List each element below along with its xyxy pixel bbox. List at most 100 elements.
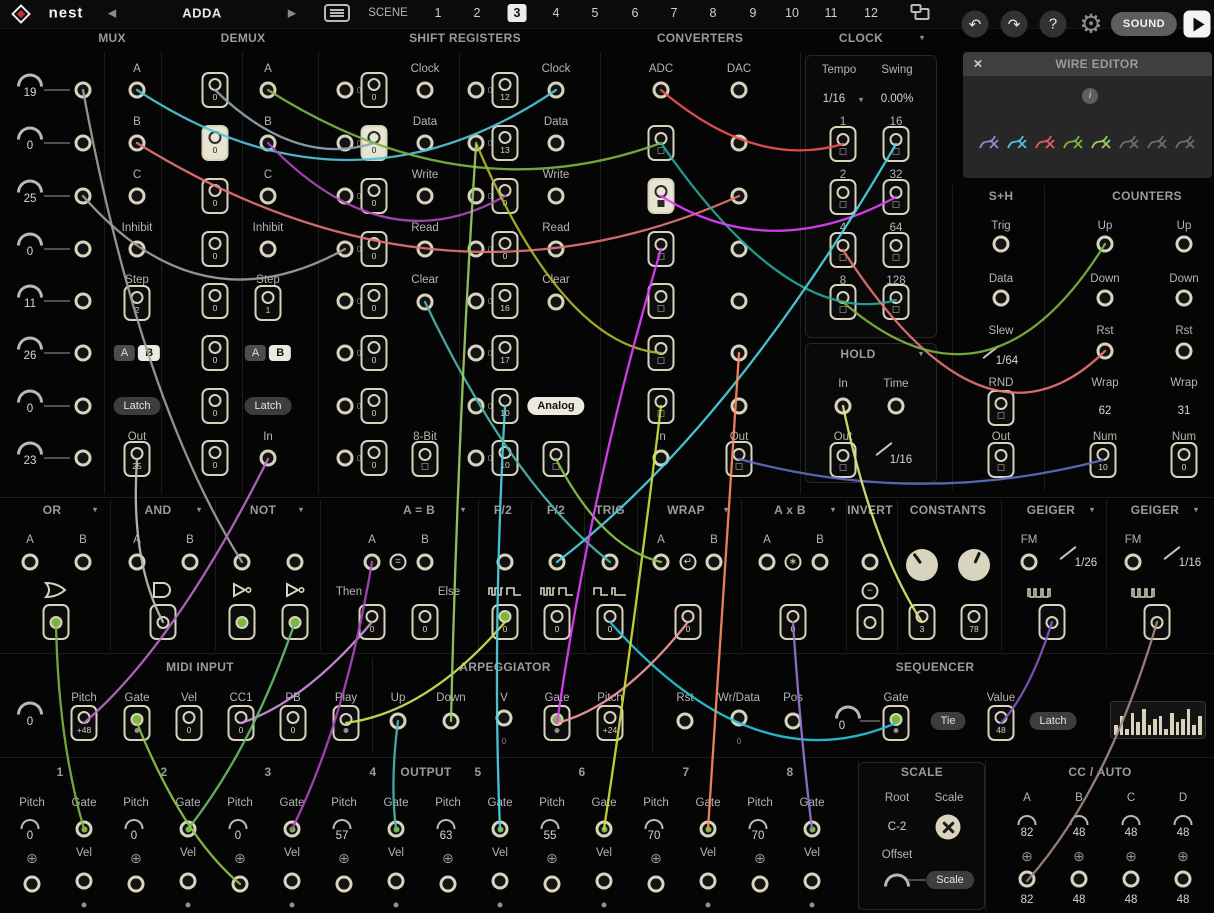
adc-bit-jack-3[interactable]	[648, 231, 675, 267]
demux-c-port[interactable]	[260, 188, 277, 205]
adc-in-port[interactable]	[653, 450, 670, 467]
sr-right-tap-port-3[interactable]	[468, 188, 485, 205]
and-out-jack[interactable]	[150, 604, 177, 640]
geiger2-out-jack[interactable]	[1144, 604, 1171, 640]
sr-left-read-port[interactable]	[417, 241, 434, 258]
not1-in-port[interactable]	[234, 554, 251, 571]
mux-ab-b[interactable]: B	[138, 345, 160, 361]
plus-trim-icon[interactable]: ⊕	[650, 851, 662, 865]
sr-left-tap-port-8[interactable]	[337, 450, 354, 467]
patch-wire[interactable]	[268, 90, 661, 169]
arp-gate-jack[interactable]	[544, 705, 571, 741]
settings-gear-icon[interactable]: ⚙	[1079, 9, 1102, 40]
clock-div-jack-1[interactable]	[830, 126, 857, 162]
sr-right-tap-port-7[interactable]	[468, 398, 485, 415]
wire-delete-icon[interactable]	[1146, 130, 1168, 152]
sr-right-tap-port-5[interactable]	[468, 293, 485, 310]
adc-bit-jack-5[interactable]	[648, 335, 675, 371]
out4-pitch-port[interactable]	[336, 876, 353, 893]
patch-wire[interactable]	[451, 145, 476, 721]
sound-button[interactable]: SOUND	[1111, 12, 1177, 36]
invert-in-port[interactable]	[862, 554, 879, 571]
hold-time-port[interactable]	[888, 398, 905, 415]
mux-input-knob-7[interactable]	[17, 390, 43, 403]
wire-delete-icon[interactable]	[1118, 130, 1140, 152]
axb-out-jack[interactable]: 0	[780, 604, 807, 640]
out6-pitch-port[interactable]	[544, 876, 561, 893]
demux-step-jack[interactable]: 1	[255, 285, 282, 321]
plus-trim-icon[interactable]: ⊕	[1021, 849, 1033, 863]
sr-right-tap-port-4[interactable]	[468, 241, 485, 258]
scene-button-5[interactable]: 5	[586, 4, 605, 22]
sr-right-data-port[interactable]	[548, 135, 565, 152]
midi-gate-jack[interactable]	[124, 705, 151, 741]
sr-right-tap-port-8[interactable]	[468, 450, 485, 467]
sr-left-cell-jack-7[interactable]: 0	[361, 388, 388, 424]
constant-knob-1[interactable]	[906, 549, 938, 581]
dac-bit-port-1[interactable]	[731, 135, 748, 152]
mux-input-port-1[interactable]	[75, 82, 92, 99]
counter1-wrap-value[interactable]: 62	[1099, 405, 1112, 417]
chevron-down-icon[interactable]: ▾	[919, 349, 924, 360]
clock-div-jack-16[interactable]	[883, 126, 910, 162]
counter1-down-port[interactable]	[1097, 290, 1114, 307]
sh-trig-port[interactable]	[993, 236, 1010, 253]
chevron-down-icon[interactable]: ▾	[461, 505, 466, 516]
clock-div-jack-4[interactable]	[830, 232, 857, 268]
axb-b-port[interactable]	[812, 554, 829, 571]
out2-gate-port[interactable]	[180, 821, 197, 838]
sr-left-clock-port[interactable]	[417, 82, 434, 99]
scale-root-value[interactable]: C-2	[888, 821, 907, 833]
mux-latch-button[interactable]: Latch	[114, 397, 161, 415]
mux-input-knob-1[interactable]	[17, 74, 43, 87]
mux-input-port-6[interactable]	[75, 345, 92, 362]
out7-gate-port[interactable]	[700, 821, 717, 838]
demux-out-jack-6[interactable]: 0	[202, 335, 229, 371]
arp-down-port[interactable]	[443, 713, 460, 730]
counter2-wrap-value[interactable]: 31	[1178, 405, 1191, 417]
sr-left-mode-jack[interactable]	[412, 441, 439, 477]
aeqb-then-jack[interactable]: 0	[359, 604, 386, 640]
adc-port[interactable]	[653, 82, 670, 99]
sr-left-cell-jack-2[interactable]: 0	[361, 125, 388, 161]
out6-pitch-knob[interactable]	[541, 819, 560, 829]
scene-button-2[interactable]: 2	[468, 4, 487, 22]
not2-out-jack[interactable]	[282, 604, 309, 640]
scene-button-1[interactable]: 1	[429, 4, 448, 22]
wire-delete-icon[interactable]	[1006, 130, 1028, 152]
and-a-port[interactable]	[129, 554, 146, 571]
trig-out-jack[interactable]: 0	[597, 604, 624, 640]
out6-gate-port[interactable]	[596, 821, 613, 838]
scene-button-4[interactable]: 4	[547, 4, 566, 22]
patch-wire[interactable]	[557, 249, 661, 723]
plus-trim-icon[interactable]: ⊕	[1125, 849, 1137, 863]
cc-d-knob[interactable]	[1174, 815, 1193, 825]
sr-right-cell-jack-4[interactable]: 0	[492, 231, 519, 267]
not2-in-port[interactable]	[287, 554, 304, 571]
scale-edit-wrench-icon[interactable]	[936, 815, 961, 840]
wire-editor-close-button[interactable]: ×	[974, 56, 983, 73]
f2b-out-jack[interactable]: 0	[544, 604, 571, 640]
dac-out-jack[interactable]	[726, 441, 753, 477]
out3-gate-port[interactable]	[284, 821, 301, 838]
sr-right-cell-jack-2[interactable]: 13	[492, 125, 519, 161]
scene-button-8[interactable]: 8	[704, 4, 723, 22]
sr-right-cell-jack-6[interactable]: 17	[492, 335, 519, 371]
out1-pitch-port[interactable]	[24, 876, 41, 893]
sh-out-jack[interactable]	[988, 442, 1015, 478]
cc-c-port[interactable]	[1123, 871, 1140, 888]
wire-delete-icon[interactable]	[1090, 130, 1112, 152]
sr-left-tap-port-3[interactable]	[337, 188, 354, 205]
mux-input-knob-8[interactable]	[17, 442, 43, 455]
seq-pos-port[interactable]	[785, 713, 802, 730]
redo-button[interactable]: ↷	[1001, 11, 1028, 38]
out3-vel-port[interactable]	[284, 873, 301, 890]
chevron-down-icon[interactable]: ▾	[1090, 505, 1095, 516]
sr-left-tap-port-7[interactable]	[337, 398, 354, 415]
plus-trim-icon[interactable]: ⊕	[234, 851, 246, 865]
sr-right-tap-port-1[interactable]	[468, 82, 485, 99]
adc-bit-jack-1[interactable]	[648, 125, 675, 161]
demux-latch-button[interactable]: Latch	[245, 397, 292, 415]
menu-icon[interactable]	[324, 4, 350, 22]
scene-button-7[interactable]: 7	[665, 4, 684, 22]
